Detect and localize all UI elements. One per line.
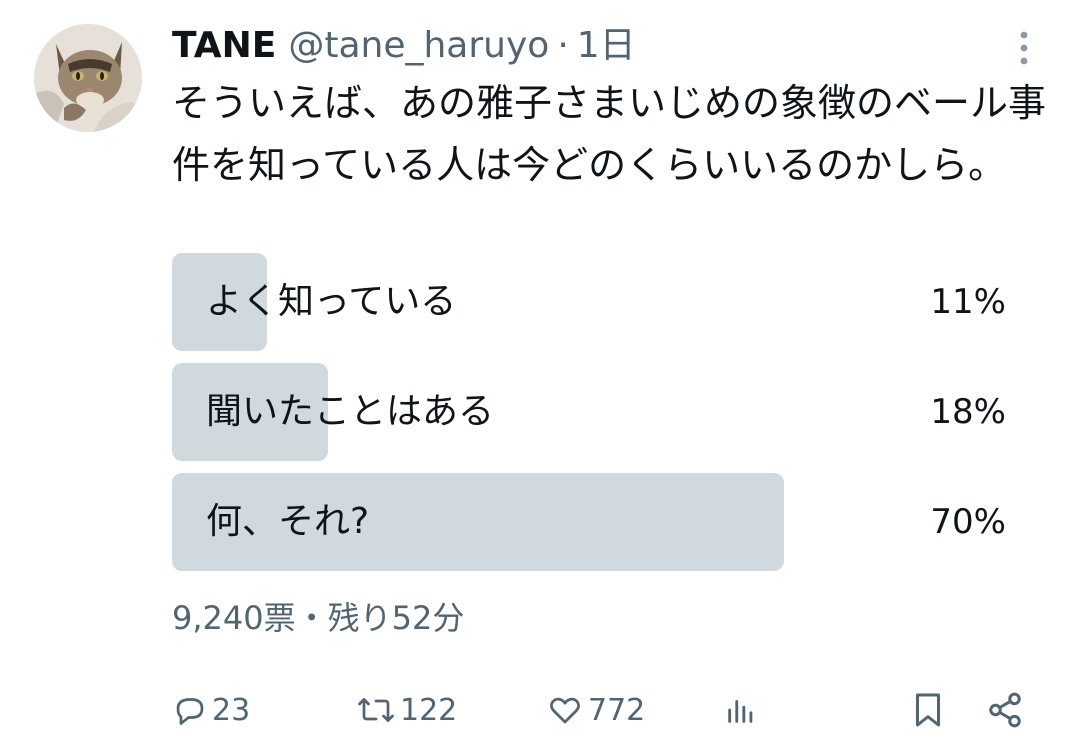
share-button[interactable] (986, 684, 1024, 736)
cat-avatar-icon (34, 24, 142, 132)
poll: よく知っている 11% 聞いたことはある 18% 何、それ? 70% (172, 253, 1006, 583)
display-name[interactable]: TANE (172, 20, 276, 72)
poll-option-percent: 70% (930, 502, 1006, 542)
poll-option-label: よく知っている (206, 281, 457, 322)
poll-option-percent: 18% (930, 392, 1006, 432)
separator-dot: · (557, 25, 569, 66)
more-options-button[interactable] (1006, 28, 1042, 68)
poll-option-3[interactable]: 何、それ? 70% (172, 473, 1006, 571)
poll-option-label: 聞いたことはある (206, 391, 495, 432)
action-bar: 23 122 772 (172, 684, 1032, 736)
tweet-text: そういえば、あの雅子さまいじめの象徴のベール事件を知っている人は今どのくらいいる… (172, 81, 1047, 187)
like-button[interactable]: 772 (546, 684, 645, 736)
poll-option-percent: 11% (930, 282, 1006, 322)
reply-count: 23 (212, 692, 251, 728)
poll-meta: 9,240票・残り52分 (172, 599, 465, 637)
poll-option-label: 何、それ? (206, 501, 370, 542)
bookmark-button[interactable] (910, 684, 946, 736)
like-icon (550, 697, 580, 724)
tweet-header: TANE @tane_haruyo · 1日 (172, 20, 636, 72)
avatar[interactable] (34, 24, 142, 132)
retweet-icon (358, 698, 394, 722)
user-handle[interactable]: @tane_haruyo (288, 20, 549, 72)
retweet-count: 122 (400, 692, 458, 728)
like-count: 772 (588, 692, 646, 728)
bookmark-icon (916, 693, 940, 727)
timestamp[interactable]: 1日 (577, 20, 636, 72)
reply-button[interactable]: 23 (172, 684, 250, 736)
share-icon (989, 692, 1021, 728)
more-vertical-icon (1020, 31, 1028, 65)
reply-icon (176, 698, 204, 725)
views-button[interactable] (724, 684, 758, 736)
poll-option-1[interactable]: よく知っている 11% (172, 253, 1006, 351)
views-icon (728, 700, 753, 723)
retweet-button[interactable]: 122 (356, 684, 457, 736)
poll-option-2[interactable]: 聞いたことはある 18% (172, 363, 1006, 461)
